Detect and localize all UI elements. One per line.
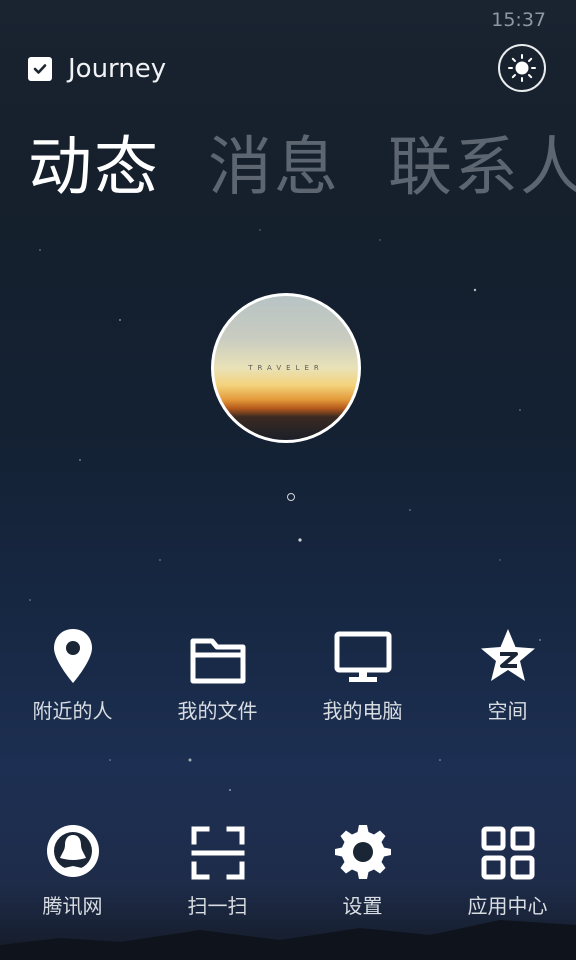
qzone-button[interactable]: 空间 [435,615,576,724]
avatar[interactable]: TRAVELER [211,293,361,443]
monitor-icon [334,631,391,682]
app-name: Journey [68,54,167,84]
app-center-label: 应用中心 [467,894,548,918]
pivot-tabs: 动态 消息 联系人 [28,128,576,208]
my-computer-button[interactable]: 我的电脑 [290,615,435,724]
tab-messages[interactable]: 消息 [208,128,340,208]
sun-icon [508,54,536,82]
settings-button[interactable]: 设置 [290,810,435,919]
app-header: Journey [28,52,166,86]
tencent-news-icon [46,825,99,877]
theme-toggle-button[interactable] [498,44,546,92]
qzone-label: 空间 [487,699,528,723]
tencent-news-button[interactable]: 腾讯网 [0,810,145,919]
avatar-caption: TRAVELER [248,364,324,372]
my-files-button[interactable]: 我的文件 [145,615,290,724]
app-center-button[interactable]: 应用中心 [435,810,576,919]
scan-button[interactable]: 扫一扫 [145,810,290,919]
settings-label: 设置 [342,894,383,918]
scan-icon [191,826,244,880]
scan-label: 扫一扫 [187,894,248,918]
page-indicator-dot [287,493,295,501]
nearby-people-button[interactable]: 附近的人 [0,615,145,724]
tab-feed[interactable]: 动态 [28,128,160,208]
location-pin-icon [53,629,92,683]
my-computer-label: 我的电脑 [322,699,403,723]
my-files-label: 我的文件 [177,699,258,723]
folder-icon [190,638,245,684]
qzone-star-icon [480,629,535,681]
tab-contacts[interactable]: 联系人 [388,128,576,208]
gear-icon [334,825,391,879]
checkbox-checked-icon[interactable] [28,57,52,81]
status-time: 15:37 [491,9,546,31]
tencent-news-label: 腾讯网 [42,894,103,918]
app-grid-icon [481,826,534,880]
nearby-people-label: 附近的人 [32,699,113,723]
